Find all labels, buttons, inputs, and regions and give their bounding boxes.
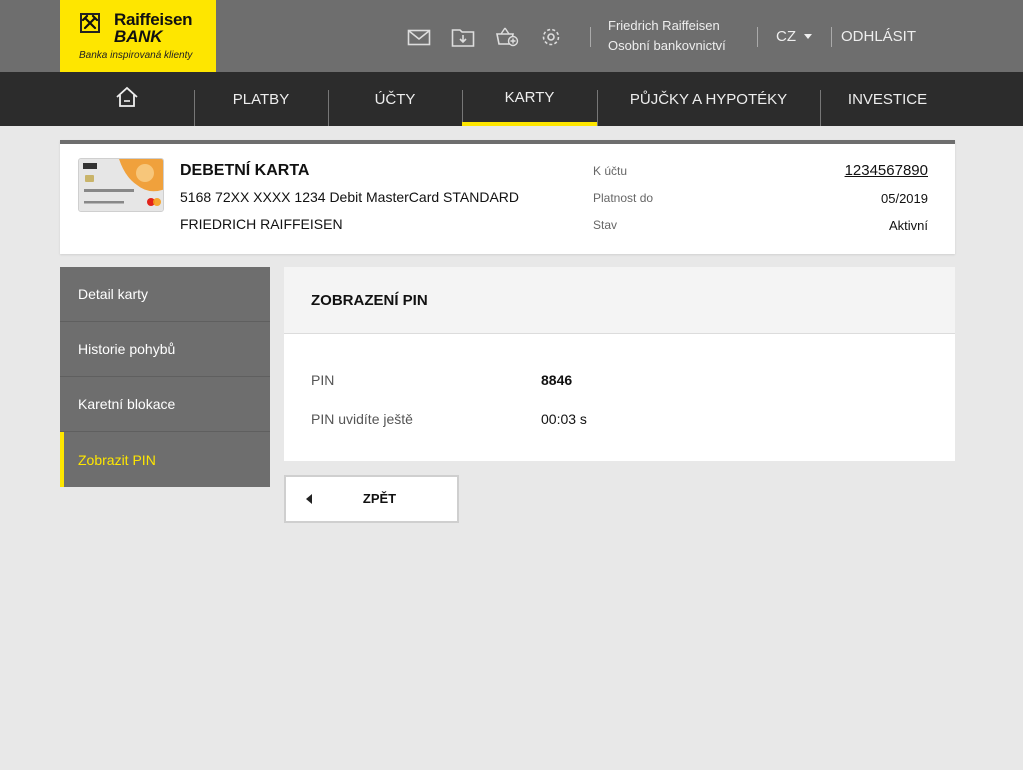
- basket-add-icon[interactable]: [495, 26, 519, 48]
- bank-logo[interactable]: Raiffeisen BANK Banka inspirovaná klient…: [60, 0, 216, 72]
- mail-icon[interactable]: [407, 26, 431, 48]
- nav-item-platby[interactable]: PLATBY: [194, 72, 328, 126]
- pin-panel: ZOBRAZENÍ PIN PIN 8846 PIN uvidíte ještě…: [284, 267, 955, 461]
- card-image: [78, 158, 164, 212]
- account-link[interactable]: 1234567890: [845, 162, 928, 179]
- pin-value: 8846: [541, 372, 573, 388]
- home-icon: [115, 86, 139, 112]
- raiffeisen-gable-icon: [80, 13, 100, 33]
- account-label: K účtu: [593, 164, 628, 178]
- validity-label: Platnost do: [593, 191, 654, 205]
- card-title: DEBETNÍ KARTA: [180, 162, 310, 179]
- sidebar-item-blocking[interactable]: Karetní blokace: [60, 377, 270, 432]
- logo-text-bank: BANK: [114, 27, 163, 46]
- nav-item-karty[interactable]: KARTY: [462, 72, 597, 126]
- nav-item-pujcky[interactable]: PŮJČKY A HYPOTÉKY: [597, 72, 820, 126]
- back-button[interactable]: ZPĚT: [284, 475, 459, 523]
- card-summary: DEBETNÍ KARTA 5168 72XX XXXX 1234 Debit …: [60, 140, 955, 254]
- card-sidebar: Detail karty Historie pohybů Karetní blo…: [60, 267, 270, 487]
- card-holder: FRIEDRICH RAIFFEISEN: [180, 216, 343, 232]
- sidebar-item-detail[interactable]: Detail karty: [60, 267, 270, 322]
- pin-timer-value: 00:03 s: [541, 411, 587, 427]
- pin-label: PIN: [311, 372, 335, 388]
- logo-tagline: Banka inspirovaná klienty: [79, 50, 193, 61]
- header-divider: [831, 27, 832, 47]
- header-divider: [590, 27, 591, 47]
- user-name[interactable]: Friedrich Raiffeisen: [608, 18, 720, 33]
- panel-title: ZOBRAZENÍ PIN: [284, 267, 955, 334]
- main-nav: PLATBY ÚČTY KARTY PŮJČKY A HYPOTÉKY INVE…: [0, 72, 1023, 126]
- chevron-down-icon[interactable]: [804, 34, 812, 39]
- status-value: Aktivní: [888, 218, 928, 233]
- logout-link[interactable]: ODHLÁSIT: [841, 28, 916, 45]
- nav-item-investice[interactable]: INVESTICE: [820, 72, 955, 126]
- user-subtitle: Osobní bankovnictví: [608, 38, 726, 53]
- sidebar-item-history[interactable]: Historie pohybů: [60, 322, 270, 377]
- download-folder-icon[interactable]: [451, 26, 475, 48]
- card-number: 5168 72XX XXXX 1234 Debit MasterCard STA…: [180, 189, 520, 205]
- nav-home[interactable]: [60, 72, 194, 126]
- status-label: Stav: [593, 218, 618, 232]
- settings-icon[interactable]: [539, 26, 563, 48]
- header-divider: [757, 27, 758, 47]
- nav-item-ucty[interactable]: ÚČTY: [328, 72, 462, 126]
- pin-timer-label: PIN uvidíte ještě: [311, 411, 413, 427]
- top-header: Raiffeisen BANK Banka inspirovaná klient…: [0, 0, 1023, 72]
- sidebar-item-show-pin[interactable]: Zobrazit PIN: [60, 432, 270, 487]
- validity-value: 05/2019: [881, 191, 928, 206]
- language-selector[interactable]: CZ: [776, 28, 796, 45]
- back-button-label: ZPĚT: [362, 491, 397, 506]
